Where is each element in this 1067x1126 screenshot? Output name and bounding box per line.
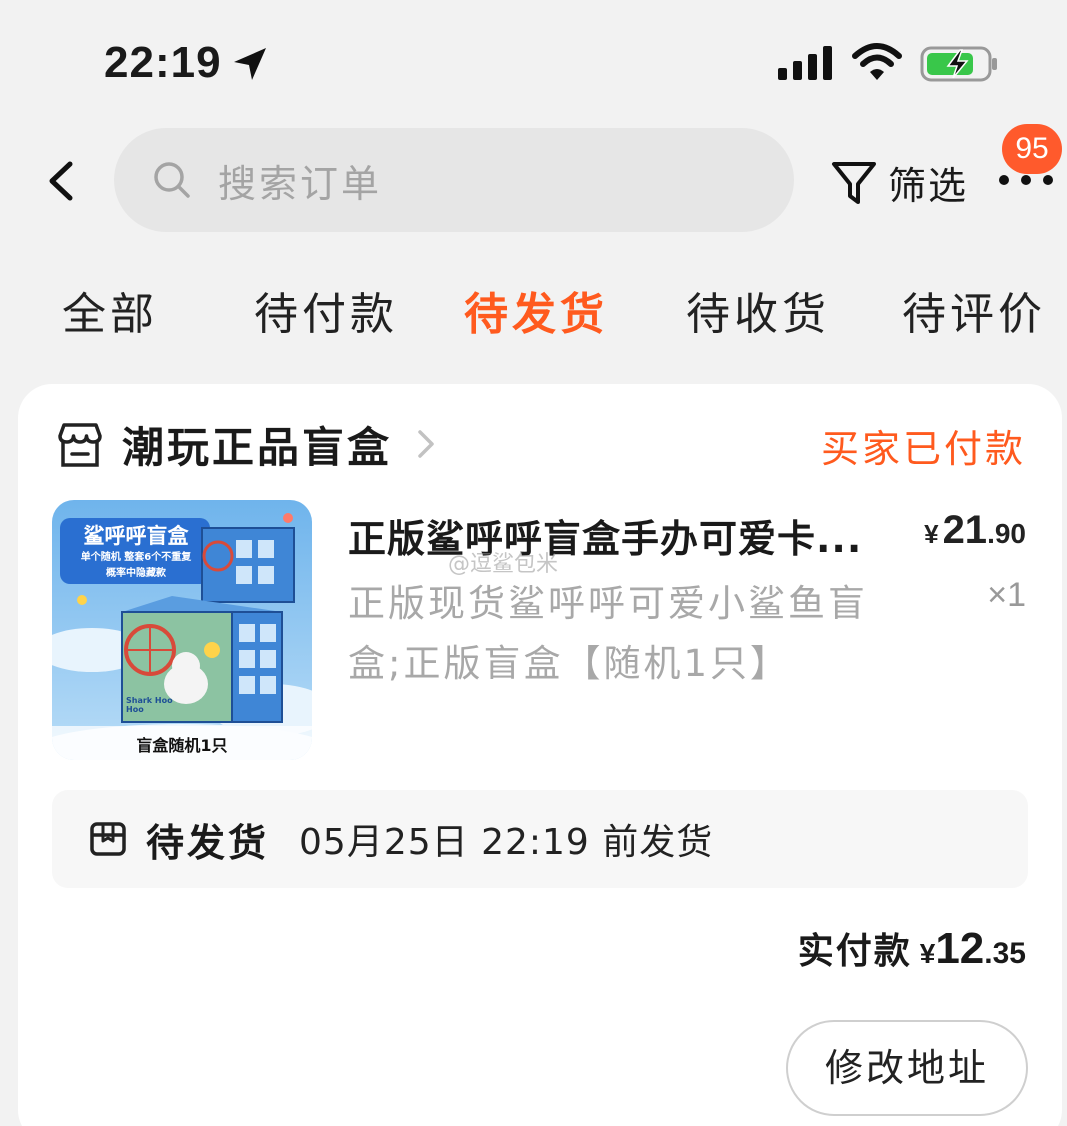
chevron-left-icon[interactable]	[42, 156, 82, 206]
price-integer: 21	[942, 508, 988, 552]
shipping-deadline: 05月25日 22:19 前发货	[299, 822, 714, 863]
product-quantity: ×1	[987, 576, 1026, 614]
chevron-right-icon[interactable]	[414, 426, 438, 462]
tab-pending-review[interactable]: 待评价	[902, 278, 1046, 342]
product-footer-label: 盲盒随机1只	[136, 736, 228, 755]
tab-all[interactable]: 全部	[62, 278, 158, 342]
tab-pending-shipment[interactable]: 待发货	[464, 278, 608, 342]
location-arrow-icon	[234, 48, 266, 80]
filter-label: 筛选	[888, 163, 969, 208]
price-decimal: .90	[987, 518, 1026, 549]
product-price: ¥21.90	[924, 508, 1026, 553]
product-image[interactable]: 鲨呼呼盲盒 单个随机 整套6个不重复 概率中隐藏款 Shark Hoo Hoo …	[52, 500, 312, 760]
search-icon	[154, 162, 190, 198]
paid-decimal: .35	[984, 937, 1026, 970]
tab-pending-receipt[interactable]: 待收货	[686, 278, 830, 342]
shop-icon	[58, 423, 102, 467]
product-spec: 正版现货鲨呼呼可爱小鲨鱼盲盒;正版盲盒【随机1只】	[348, 582, 868, 685]
signal-icon	[778, 46, 832, 80]
paid-integer: 12	[935, 924, 985, 973]
paid-currency: ¥	[919, 938, 936, 969]
status-time: 22:19	[104, 38, 222, 87]
shipping-info: 待发货 05月25日 22:19 前发货	[52, 790, 1028, 888]
product-banner-sub1: 单个随机 整套6个不重复	[80, 552, 192, 563]
order-tabs: 全部 待付款 待发货 待收货 待评价	[0, 278, 1067, 348]
filter-button[interactable]: 筛选	[828, 152, 968, 212]
product-banner-sub2: 概率中隐藏款	[106, 568, 166, 579]
battery-charging-icon	[920, 46, 997, 82]
shop-name[interactable]: 潮玩正品盲盒	[122, 414, 392, 475]
product-box-label: Shark Hoo Hoo	[126, 696, 173, 714]
notification-badge: 95	[1002, 124, 1062, 174]
order-status: 买家已付款	[820, 427, 1026, 471]
status-bar: 22:19	[0, 0, 1067, 120]
wifi-icon	[852, 43, 902, 80]
search-input[interactable]: 搜索订单	[114, 128, 794, 232]
package-icon	[90, 822, 126, 856]
search-placeholder: 搜索订单	[218, 161, 383, 206]
paid-label: 实付款	[797, 931, 912, 972]
filter-funnel-icon	[832, 162, 876, 204]
paid-amount: 实付款 ¥ 12 .35	[798, 922, 1026, 974]
price-currency: ¥	[924, 519, 939, 549]
product-title[interactable]: 正版鲨呼呼盲盒手办可爱卡...	[348, 508, 888, 563]
product-banner-title: 鲨呼呼盲盒	[83, 524, 189, 548]
modify-address-button[interactable]: 修改地址	[786, 1020, 1028, 1116]
order-card[interactable]: 潮玩正品盲盒 买家已付款 鲨呼呼盲盒 单个随机 整套6个不重复 概率中隐藏款 S…	[18, 384, 1062, 1126]
tab-pending-payment[interactable]: 待付款	[254, 278, 398, 342]
shipping-status: 待发货	[146, 820, 270, 865]
